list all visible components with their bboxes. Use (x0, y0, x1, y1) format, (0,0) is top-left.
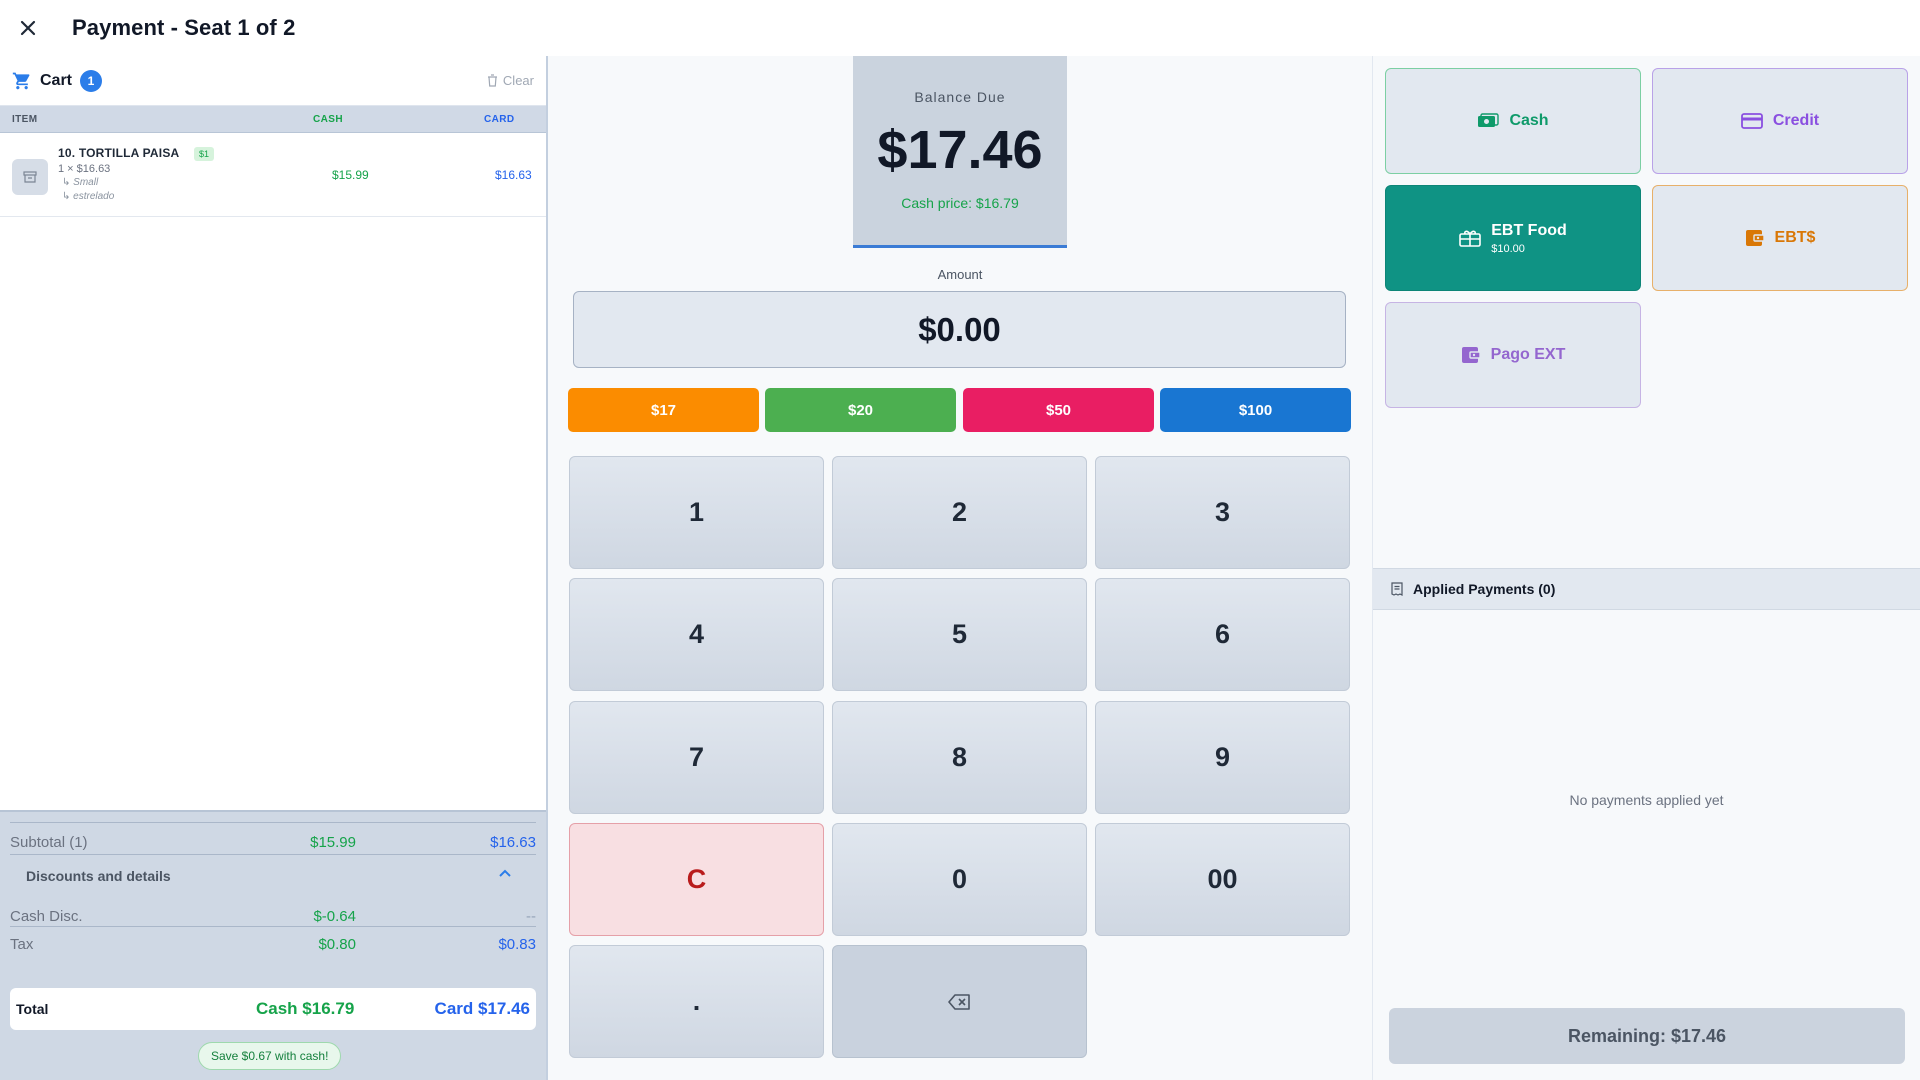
quick-amount-button[interactable]: $50 (963, 388, 1154, 432)
total-cash: Cash $16.79 (256, 999, 355, 1018)
item-card-price: $16.63 (495, 168, 532, 182)
item-cash-price: $15.99 (332, 168, 369, 182)
ebt-food-balance: $10.00 (1491, 242, 1525, 255)
quick-amount-button[interactable]: $100 (1160, 388, 1351, 432)
subtotal-label: Subtotal (1) (10, 834, 88, 851)
balance-value: $17.46 (877, 120, 1043, 180)
total-card: Card $17.46 (434, 999, 530, 1018)
ebt-cash-label: EBT$ (1774, 229, 1816, 246)
amount-label: Amount (937, 267, 983, 282)
keypad-key-1[interactable]: 1 (569, 456, 824, 569)
cash-icon (1478, 113, 1500, 127)
tax-card: $0.83 (498, 936, 536, 953)
header-bar: Payment - Seat 1 of 2 (0, 0, 1920, 56)
clear-label: Clear (502, 73, 534, 88)
keypad-key-2[interactable]: 2 (832, 456, 1087, 569)
credit-payment-button[interactable]: Credit (1652, 68, 1908, 174)
credit-card-icon (1740, 113, 1763, 129)
pago-ext-label: Pago EXT (1490, 346, 1566, 363)
cart-item-row[interactable]: 10. TORTILLA PAISA $1 1 × $16.63 ↳ Small… (0, 133, 546, 217)
close-icon (20, 20, 36, 36)
cash-discount-cash: $-0.64 (313, 908, 356, 925)
keypad-key-9[interactable]: 9 (1095, 701, 1350, 814)
keypad-key-5[interactable]: 5 (832, 578, 1087, 691)
divider (10, 822, 536, 823)
cart-column-headers: ITEM CASH CARD (0, 106, 546, 133)
cash-price: Cash price: $16.79 (901, 195, 1019, 211)
cart-panel: Cart 1 Clear ITEM CASH CARD 10. TORTILLA… (0, 56, 548, 1080)
keypad-key-3[interactable]: 3 (1095, 456, 1350, 569)
subtotal-card: $16.63 (490, 834, 536, 851)
trash-icon (487, 74, 497, 87)
cash-discount-label: Cash Disc. (10, 908, 83, 925)
gift-card-icon (1459, 230, 1482, 247)
keypad-key-00[interactable]: 00 (1095, 823, 1350, 936)
ebt-food-label: EBT Food (1491, 221, 1567, 239)
item-modifier: ↳ estrelado (62, 191, 115, 202)
quick-amount-button[interactable]: $20 (765, 388, 956, 432)
tax-cash: $0.80 (318, 936, 356, 953)
total-box: Total Cash $16.79 Card $17.46 (10, 988, 536, 1030)
balance-due-box: Balance Due $17.46 Cash price: $16.79 (853, 56, 1067, 248)
balance-label: Balance Due (914, 89, 1006, 105)
item-qty-price: 1 × $16.63 (58, 163, 111, 175)
tax-label: Tax (10, 936, 34, 953)
cart-count-badge: 1 (80, 69, 103, 92)
keypad-key-0[interactable]: 0 (832, 823, 1087, 936)
quick-amount-button[interactable]: $17 (568, 388, 759, 432)
backspace-button[interactable] (832, 945, 1087, 1058)
remaining-button[interactable]: Remaining: $17.46 (1389, 1008, 1905, 1064)
payment-keypad-panel: Balance Due $17.46 Cash price: $16.79 Am… (548, 56, 1372, 1080)
cart-header: Cart 1 Clear (0, 56, 546, 106)
cart-summary: Subtotal (1) $15.99 $16.63 Discounts and… (0, 810, 546, 1080)
cash-label: Cash (1509, 112, 1549, 129)
cart-icon (12, 72, 30, 89)
wallet-icon (1461, 347, 1481, 363)
column-card: CARD (484, 113, 515, 125)
pago-ext-payment-button[interactable]: Pago EXT (1385, 302, 1641, 408)
page-title: Payment - Seat 1 of 2 (72, 15, 296, 40)
cash-payment-button[interactable]: Cash (1385, 68, 1641, 174)
keypad-key-7[interactable]: 7 (569, 701, 824, 814)
close-button[interactable] (0, 0, 56, 56)
cart-title: Cart (40, 71, 73, 89)
wallet-icon (1745, 230, 1765, 246)
applied-payments-title: Applied Payments (0) (1413, 581, 1556, 597)
keypad-key-4[interactable]: 4 (569, 578, 824, 691)
empty-state-text: No payments applied yet (1569, 792, 1724, 808)
receipt-icon (1391, 582, 1403, 596)
cash-discount-card: -- (526, 908, 536, 925)
backspace-icon (947, 993, 970, 1010)
item-modifier: ↳ Small (62, 177, 99, 188)
discounts-label: Discounts and details (26, 868, 171, 884)
applied-payments-header: Applied Payments (0) (1373, 568, 1920, 610)
total-label: Total (16, 1001, 49, 1017)
column-cash: CASH (313, 113, 343, 125)
amount-input[interactable]: $0.00 (573, 291, 1346, 368)
item-name: 10. TORTILLA PAISA (58, 146, 180, 160)
archive-icon (12, 159, 48, 195)
keypad-key-8[interactable]: 8 (832, 701, 1087, 814)
keypad-key-decimal[interactable]: . (569, 945, 824, 1058)
credit-label: Credit (1772, 112, 1820, 129)
keypad-clear-button[interactable]: C (569, 823, 824, 936)
ebt-food-payment-button[interactable]: EBT Food $10.00 (1385, 185, 1641, 291)
column-item: ITEM (12, 113, 38, 125)
save-with-cash-badge: Save $0.67 with cash! (198, 1042, 342, 1070)
chevron-up-icon (499, 869, 511, 877)
divider (10, 926, 536, 927)
keypad-key-6[interactable]: 6 (1095, 578, 1350, 691)
discounts-toggle[interactable]: Discounts and details (10, 854, 536, 898)
payment-methods-panel: Cash Credit EBT Food $10.00 EBT$ Pago EX… (1372, 56, 1920, 1080)
clear-cart-button[interactable]: Clear (487, 73, 534, 88)
item-price-badge: $1 (194, 147, 215, 161)
ebt-cash-payment-button[interactable]: EBT$ (1652, 185, 1908, 291)
subtotal-cash: $15.99 (310, 834, 356, 851)
